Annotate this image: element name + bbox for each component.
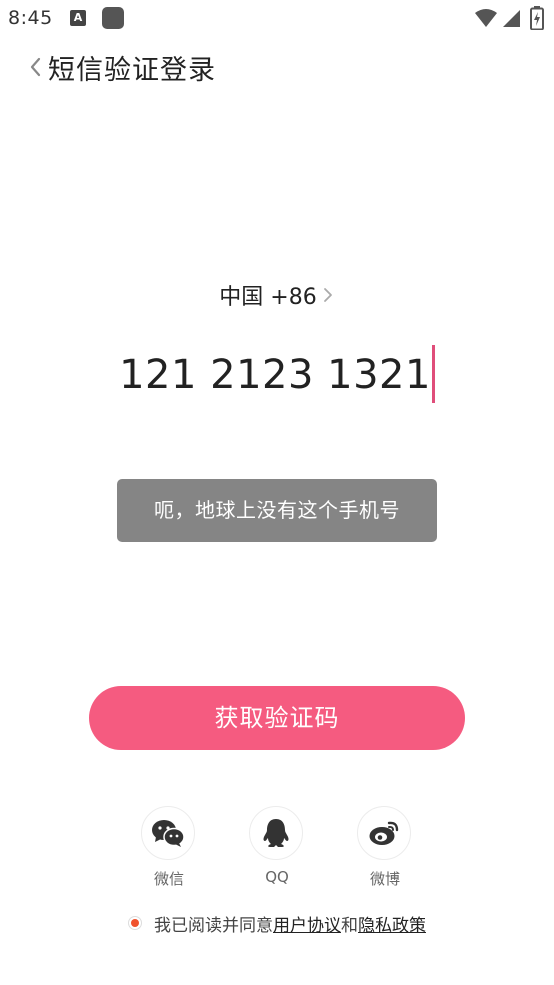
agreement-prefix: 我已阅读并同意 — [154, 915, 273, 936]
notification-a-icon: A — [70, 10, 86, 26]
social-label: 微博 — [369, 870, 400, 888]
wechat-login-button[interactable]: 微信 — [141, 806, 197, 889]
get-verification-code-button[interactable]: 获取验证码 — [89, 686, 465, 750]
social-label: 微信 — [153, 870, 184, 888]
privacy-policy-link[interactable]: 隐私政策 — [358, 911, 426, 936]
agreement-radio-dot — [131, 919, 139, 927]
notification-app-icon — [102, 7, 124, 29]
wechat-circle — [141, 806, 195, 860]
phone-input-container[interactable]: 121 2123 1321 — [0, 345, 554, 405]
weibo-login-button[interactable]: 微博 — [357, 806, 413, 889]
qq-circle — [249, 806, 303, 860]
country-code-selector[interactable]: 中国 +86 — [0, 279, 554, 311]
phone-number-input[interactable]: 121 2123 1321 — [119, 345, 431, 405]
agreement-row: 我已阅读并同意 用户协议 和 隐私政策 — [128, 911, 426, 936]
agreement-conjunction: 和 — [341, 915, 358, 936]
qq-login-button[interactable]: QQ — [249, 806, 305, 886]
wifi-icon — [475, 9, 497, 27]
user-agreement-link[interactable]: 用户协议 — [273, 911, 341, 936]
country-code-label: 中国 +86 — [219, 285, 317, 310]
weibo-icon — [369, 821, 399, 845]
chevron-right-icon — [323, 288, 332, 302]
status-time: 8:45 — [8, 7, 53, 29]
battery-charging-icon — [530, 6, 544, 30]
qq-icon — [263, 819, 289, 847]
page-title: 短信验证登录 — [48, 55, 216, 86]
weibo-circle — [357, 806, 411, 860]
text-caret — [431, 345, 435, 403]
social-label: QQ — [265, 868, 289, 886]
back-chevron-icon[interactable] — [26, 55, 46, 79]
status-bar: 8:45 A — [0, 0, 554, 36]
cellular-signal-icon — [503, 10, 520, 27]
wechat-icon — [152, 820, 185, 847]
error-toast: 呃，地球上没有这个手机号 — [117, 479, 437, 542]
agreement-radio[interactable] — [128, 916, 142, 930]
